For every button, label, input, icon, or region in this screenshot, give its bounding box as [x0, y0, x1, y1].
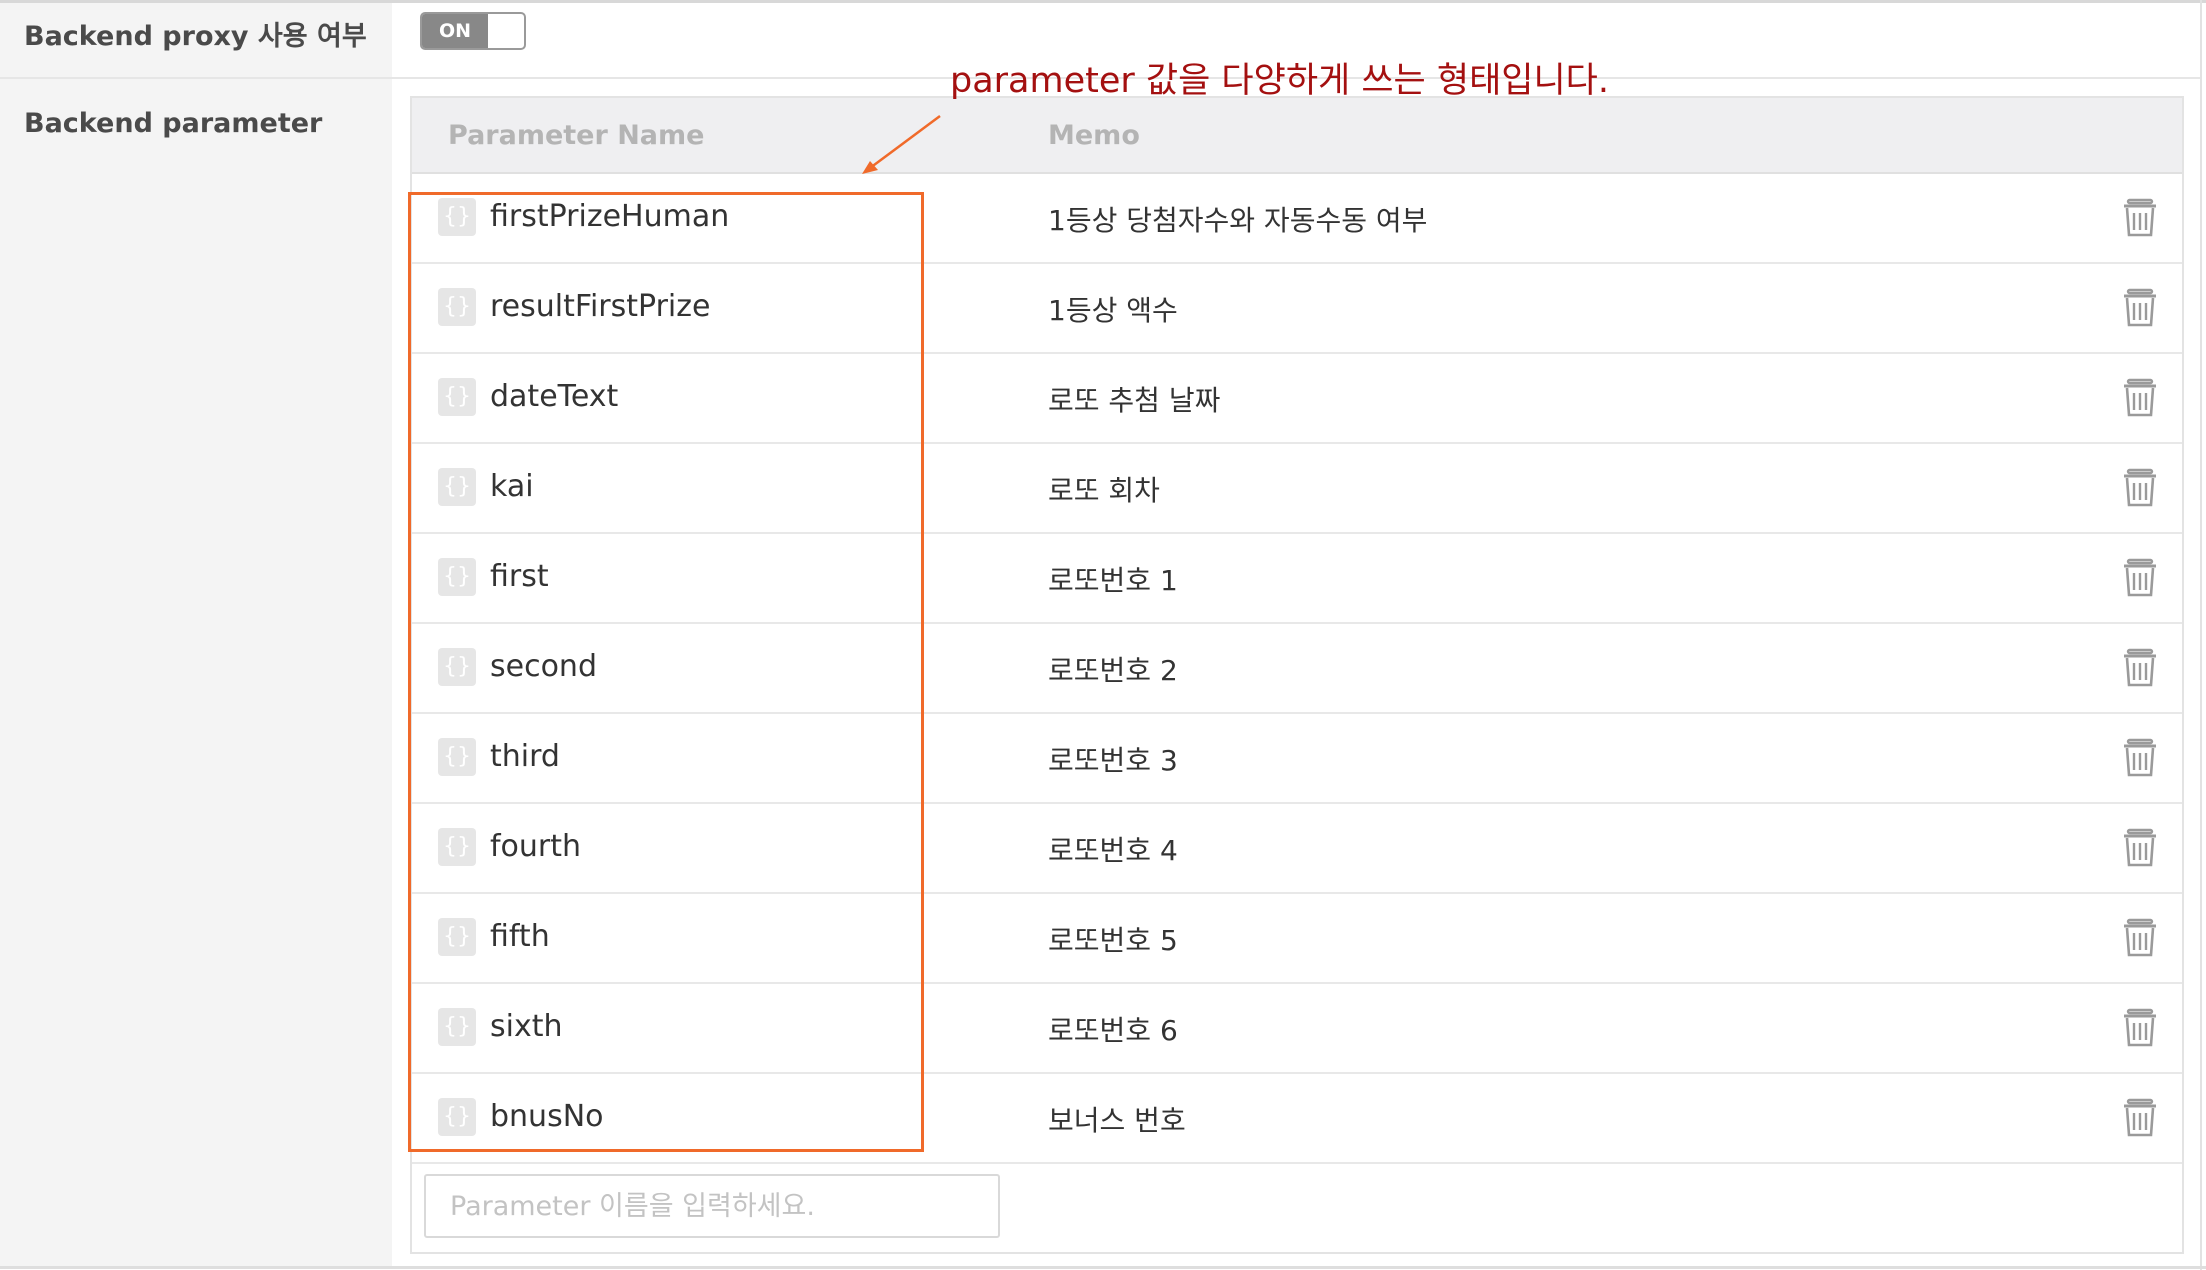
braces-icon: {}: [438, 468, 476, 506]
parameter-memo: 로또번호 4: [1048, 834, 1178, 867]
braces-icon: {}: [438, 198, 476, 236]
trash-icon[interactable]: [2122, 378, 2158, 418]
braces-icon: {}: [438, 558, 476, 596]
trash-icon[interactable]: [2122, 738, 2158, 778]
trash-icon[interactable]: [2122, 918, 2158, 958]
parameter-name: third: [490, 739, 560, 774]
table-row: {} first 로또번호 1: [412, 534, 2182, 624]
parameter-name: fourth: [490, 829, 582, 864]
table-row: {} second 로또번호 2: [412, 624, 2182, 714]
parameter-memo: 로또번호 2: [1048, 654, 1178, 687]
annotation-callout: parameter 값을 다양하게 쓰는 형태입니다.: [950, 61, 1610, 101]
parameter-memo: 로또 추첨 날짜: [1048, 384, 1221, 417]
parameter-memo: 로또번호 6: [1048, 1014, 1178, 1047]
parameter-name: resultFirstPrize: [490, 289, 711, 324]
parameter-name: first: [490, 559, 549, 594]
settings-panel: Backend proxy 사용 여부 ON Backend parameter…: [0, 0, 2206, 1270]
right-border: [2200, 0, 2202, 1270]
backend-proxy-label: Backend proxy 사용 여부: [24, 21, 367, 52]
trash-icon[interactable]: [2122, 1098, 2158, 1138]
parameter-memo: 1등상 당첨자수와 자동수동 여부: [1048, 204, 1428, 237]
trash-icon[interactable]: [2122, 828, 2158, 868]
parameter-name: firstPrizeHuman: [490, 199, 730, 234]
toggle-on-label: ON: [422, 14, 488, 48]
parameter-memo: 로또번호 3: [1048, 744, 1178, 777]
braces-icon: {}: [438, 828, 476, 866]
backend-proxy-toggle[interactable]: ON: [420, 12, 526, 50]
table-row: {} firstPrizeHuman 1등상 당첨자수와 자동수동 여부: [412, 174, 2182, 264]
parameter-name: kai: [490, 469, 534, 504]
braces-icon: {}: [438, 738, 476, 776]
braces-icon: {}: [438, 378, 476, 416]
parameter-memo: 로또번호 5: [1048, 924, 1178, 957]
table-row: {} resultFirstPrize 1등상 액수: [412, 264, 2182, 354]
trash-icon[interactable]: [2122, 648, 2158, 688]
new-parameter-input[interactable]: [424, 1174, 1000, 1238]
column-header-memo: Memo: [1048, 120, 1140, 151]
table-row: {} fourth 로또번호 4: [412, 804, 2182, 894]
bottom-border: [0, 1266, 2206, 1269]
trash-icon[interactable]: [2122, 198, 2158, 238]
braces-icon: {}: [438, 1098, 476, 1136]
parameter-memo: 로또번호 1: [1048, 564, 1178, 597]
parameter-name: fifth: [490, 919, 550, 954]
label-column: [0, 3, 392, 1266]
backend-parameter-label: Backend parameter: [24, 108, 323, 139]
braces-icon: {}: [438, 918, 476, 956]
parameter-memo: 로또 회차: [1048, 474, 1160, 507]
parameter-name: bnusNo: [490, 1099, 604, 1134]
braces-icon: {}: [438, 288, 476, 326]
parameter-table: Parameter Name Memo {} firstPrizeHuman 1…: [410, 96, 2184, 1254]
column-header-parameter-name: Parameter Name: [448, 120, 705, 151]
trash-icon[interactable]: [2122, 1008, 2158, 1048]
table-header: Parameter Name Memo: [412, 98, 2182, 174]
trash-icon[interactable]: [2122, 468, 2158, 508]
table-body: {} firstPrizeHuman 1등상 당첨자수와 자동수동 여부 {} …: [412, 174, 2182, 1164]
table-row: {} kai 로또 회차: [412, 444, 2182, 534]
braces-icon: {}: [438, 648, 476, 686]
table-row: {} fifth 로또번호 5: [412, 894, 2182, 984]
table-row: {} dateText 로또 추첨 날짜: [412, 354, 2182, 444]
parameter-name: second: [490, 649, 597, 684]
braces-icon: {}: [438, 1008, 476, 1046]
table-row: {} bnusNo 보너스 번호: [412, 1074, 2182, 1164]
table-row: {} third 로또번호 3: [412, 714, 2182, 804]
parameter-memo: 보너스 번호: [1048, 1104, 1186, 1137]
parameter-name: sixth: [490, 1009, 563, 1044]
trash-icon[interactable]: [2122, 558, 2158, 598]
trash-icon[interactable]: [2122, 288, 2158, 328]
parameter-memo: 1등상 액수: [1048, 294, 1178, 327]
parameter-name: dateText: [490, 379, 619, 414]
table-row: {} sixth 로또번호 6: [412, 984, 2182, 1074]
